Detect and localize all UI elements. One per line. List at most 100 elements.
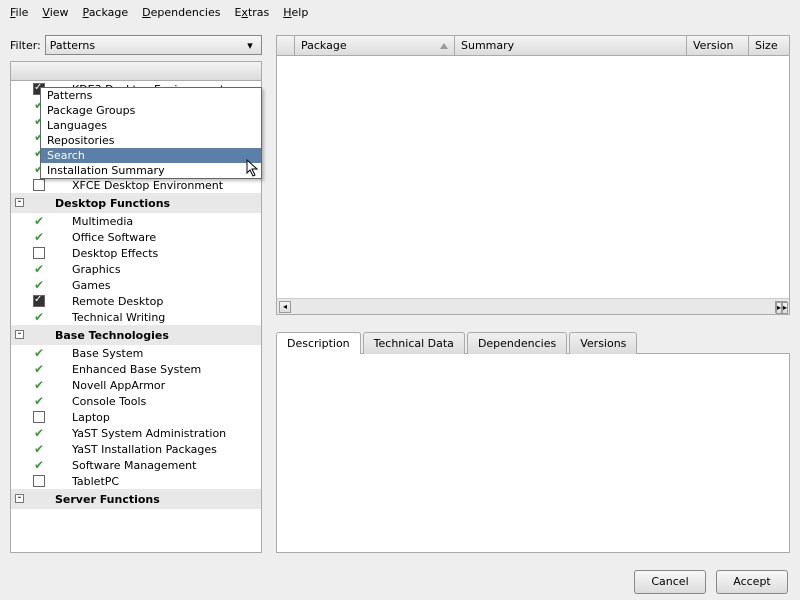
filter-label: Filter: [10,39,41,52]
right-panel: Package Summary Version Size ◂ ▸▸ Descri… [276,35,790,553]
installed-icon[interactable]: ✔ [32,230,46,244]
filter-option[interactable]: Patterns [41,88,261,103]
tree-item-label: Office Software [72,231,156,244]
detail-tabs: DescriptionTechnical DataDependenciesVer… [276,331,790,353]
menu-dependencies[interactable]: Dependencies [142,6,220,19]
dialog-buttons: Cancel Accept [634,570,788,594]
tree-item[interactable]: Remote Desktop [11,293,261,309]
installed-icon[interactable]: ✔ [32,214,46,228]
checkbox-empty-icon[interactable] [32,410,46,424]
table-body[interactable] [277,56,789,298]
table-header: Package Summary Version Size [277,36,789,56]
tree-item[interactable]: Laptop [11,409,261,425]
scroll-right-icon[interactable]: ▸ [782,302,788,314]
checkbox-checked-icon[interactable] [32,294,46,308]
tree-group-label: Desktop Functions [55,197,170,210]
tree-item-label: Desktop Effects [72,247,158,260]
chevron-down-icon: ▾ [243,39,257,52]
tree-item[interactable]: ✔ Games [11,277,261,293]
package-table: Package Summary Version Size ◂ ▸▸ [276,35,790,315]
tree-item[interactable]: ✔ Office Software [11,229,261,245]
tree-item[interactable]: ✔ YaST System Administration [11,425,261,441]
checkbox-empty-icon[interactable] [32,474,46,488]
content: Filter: Patterns ▾ KDE3 Desktop Environm… [0,25,800,563]
accept-button[interactable]: Accept [716,570,788,594]
tree-item-label: Console Tools [72,395,146,408]
tree-group-label: Server Functions [55,493,160,506]
tree-item[interactable]: ✔ YaST Installation Packages [11,441,261,457]
tree-item[interactable]: ✔ Software Management [11,457,261,473]
tree-item[interactable]: Desktop Effects [11,245,261,261]
collapse-icon[interactable]: - [15,494,24,503]
tree-item[interactable]: ✔ Base System [11,345,261,361]
menu-package[interactable]: Package [83,6,129,19]
installed-icon[interactable]: ✔ [32,378,46,392]
filter-row: Filter: Patterns ▾ [10,35,262,55]
tree-item-label: Multimedia [72,215,133,228]
tree-item-label: Software Management [72,459,196,472]
installed-icon[interactable]: ✔ [32,310,46,324]
table-hscroll[interactable]: ◂ ▸▸ [277,298,789,314]
tree-group[interactable]: - Base Technologies [11,325,261,345]
installed-icon[interactable]: ✔ [32,442,46,456]
filter-combo[interactable]: Patterns ▾ [45,35,262,55]
tab-technical-data[interactable]: Technical Data [363,332,465,354]
tree-item[interactable]: ✔Technical Writing [11,309,261,325]
filter-option[interactable]: Repositories [41,133,261,148]
tab-dependencies[interactable]: Dependencies [467,332,567,354]
col-package[interactable]: Package [295,36,455,55]
tree-item-label: TabletPC [72,475,119,488]
collapse-icon[interactable]: - [15,198,24,207]
tree-item-label: YaST System Administration [72,427,226,440]
tree-item-label: Remote Desktop [72,295,163,308]
tree-item-label: YaST Installation Packages [72,443,217,456]
scroll-left-icon[interactable]: ◂ [279,301,291,313]
installed-icon[interactable]: ✔ [32,362,46,376]
filter-dropdown[interactable]: PatternsPackage GroupsLanguagesRepositor… [40,87,262,179]
checkbox-empty-icon[interactable] [32,178,46,192]
filter-option[interactable]: Search [41,148,261,163]
checkbox-empty-icon[interactable] [32,246,46,260]
tree-item[interactable]: TabletPC [11,473,261,489]
tree-group-label: Base Technologies [55,329,169,342]
menu-file[interactable]: File [10,6,28,19]
menubar: File View Package Dependencies Extras He… [0,0,800,25]
tree-item[interactable]: ✔ Graphics [11,261,261,277]
detail-pane [276,353,790,553]
tree-item-label: Laptop [72,411,110,424]
col-status[interactable] [277,36,295,55]
installed-icon[interactable]: ✔ [32,278,46,292]
installed-icon[interactable]: ✔ [32,394,46,408]
filter-option[interactable]: Languages [41,118,261,133]
tree-item[interactable]: ✔ Novell AppArmor [11,377,261,393]
installed-icon[interactable]: ✔ [32,262,46,276]
col-size[interactable]: Size [749,36,789,55]
tree-item[interactable]: ✔ Console Tools [11,393,261,409]
collapse-icon[interactable]: - [15,330,24,339]
tree-item-label: Enhanced Base System [72,363,201,376]
col-summary[interactable]: Summary [455,36,687,55]
tree-item-label: Base System [72,347,143,360]
tree-item-label: Games [72,279,110,292]
tree-header [10,61,262,81]
cancel-button[interactable]: Cancel [634,570,706,594]
tab-versions[interactable]: Versions [569,332,637,354]
menu-extras[interactable]: Extras [234,6,269,19]
tree-item[interactable]: ✔ Enhanced Base System [11,361,261,377]
tree-item-label: Novell AppArmor [72,379,165,392]
menu-help[interactable]: Help [283,6,308,19]
col-version[interactable]: Version [687,36,749,55]
tree-item[interactable]: ✔ Multimedia [11,213,261,229]
filter-option[interactable]: Package Groups [41,103,261,118]
installed-icon[interactable]: ✔ [32,426,46,440]
filter-option[interactable]: Installation Summary [41,163,261,178]
tree-item[interactable]: XFCE Desktop Environment [11,177,261,193]
tree-group[interactable]: - Desktop Functions [11,193,261,213]
filter-combo-value: Patterns [50,39,95,52]
menu-view[interactable]: View [42,6,68,19]
tree-item-label: Graphics [72,263,121,276]
tree-group[interactable]: - Server Functions [11,489,261,509]
installed-icon[interactable]: ✔ [32,458,46,472]
installed-icon[interactable]: ✔ [32,346,46,360]
tab-description[interactable]: Description [276,332,361,354]
